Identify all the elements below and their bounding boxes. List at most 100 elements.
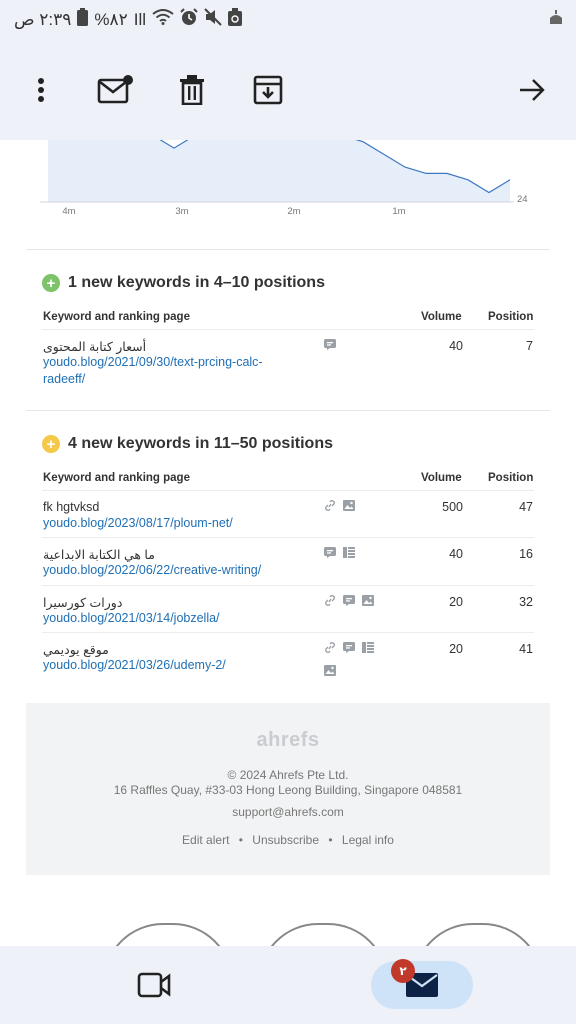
- col-header-keyword: Keyword and ranking page: [43, 472, 190, 484]
- link-icon: [325, 595, 335, 606]
- position-value: 47: [519, 500, 533, 514]
- featured-snippet-icon: [324, 339, 336, 350]
- position-value: 16: [519, 547, 533, 561]
- video-camera-icon: [137, 972, 171, 998]
- mute-icon: [204, 8, 222, 31]
- row-divider: [42, 329, 534, 330]
- table-icon: [343, 547, 355, 558]
- archive-icon: [253, 75, 283, 105]
- url-line: radeeff/: [43, 372, 86, 386]
- image-icon: [343, 500, 355, 511]
- ranking-url-link[interactable]: youdo.blog/2022/06/22/creative-writing/: [43, 562, 303, 579]
- divider: [26, 249, 550, 250]
- reply-chip[interactable]: [413, 923, 543, 946]
- mail-tab[interactable]: ٢: [371, 959, 473, 1009]
- keyword-text: ما هي الكتابة الابداعية: [43, 548, 155, 562]
- col-header-position: Position: [488, 311, 534, 323]
- row-divider: [42, 537, 534, 538]
- keyword-text: fk hgtvksd: [43, 500, 100, 514]
- more-vertical-icon: [38, 78, 44, 102]
- y-tick-label: 24: [517, 194, 528, 205]
- plus-icon: +: [42, 435, 60, 453]
- alarm-icon: [180, 8, 198, 31]
- separator: •: [238, 833, 243, 847]
- row-divider: [42, 632, 534, 633]
- volume-value: 40: [449, 547, 463, 561]
- bottom-navigation: ٢: [0, 946, 576, 1024]
- image-icon: [324, 665, 336, 676]
- unread-count-badge: ٢: [391, 959, 415, 983]
- address-text: 16 Raffles Quay, #33-03 Hong Leong Build…: [113, 783, 463, 797]
- col-header-keyword: Keyword and ranking page: [43, 311, 190, 323]
- edit-alert-link[interactable]: Edit alert: [182, 833, 229, 847]
- status-left: ٢:٣٩ ص %٨٢ Ill: [14, 8, 243, 31]
- ranking-chart-svg: 4m 3m 2m 1m 24: [40, 140, 528, 217]
- mosque-icon: [548, 10, 564, 29]
- unsubscribe-link[interactable]: Unsubscribe: [252, 833, 319, 847]
- recycle-icon: [228, 8, 243, 31]
- chart-area: [48, 140, 510, 202]
- col-header-position: Position: [488, 472, 534, 484]
- separator: •: [328, 833, 333, 847]
- x-tick-label: 4m: [62, 206, 75, 217]
- keyword-text: موقع يوديمي: [43, 643, 109, 657]
- archive-button[interactable]: [248, 70, 288, 110]
- ranking-url-link[interactable]: youdo.blog/2021/09/30/text-prcing-calc- …: [43, 354, 303, 388]
- keyword-text: دورات كورسيرا: [43, 596, 123, 610]
- status-bar: ٢:٣٩ ص %٨٢ Ill: [0, 0, 576, 40]
- link-icon: [325, 642, 335, 653]
- more-options-button[interactable]: [21, 70, 61, 110]
- row-divider: [42, 585, 534, 586]
- ranking-chart: 4m 3m 2m 1m 24: [26, 140, 550, 250]
- plus-icon: +: [42, 274, 60, 292]
- copyright-text: © 2024 Ahrefs Pte Ltd.: [227, 768, 349, 782]
- forward-button[interactable]: [512, 70, 552, 110]
- x-tick-label: 2m: [287, 206, 300, 217]
- link-icon: [325, 500, 335, 511]
- volume-value: 20: [449, 595, 463, 609]
- url-line: youdo.blog/2021/09/30/text-prcing-calc-: [43, 355, 263, 369]
- section-title-text: 1 new keywords in 4–10 positions: [68, 274, 325, 291]
- ranking-url-link[interactable]: youdo.blog/2023/08/17/ploum-net/: [43, 515, 303, 532]
- battery-icon: [77, 8, 89, 31]
- mark-unread-button[interactable]: [95, 70, 135, 110]
- delete-button[interactable]: [172, 70, 212, 110]
- x-tick-label: 1m: [392, 206, 405, 217]
- legal-info-link[interactable]: Legal info: [342, 833, 394, 847]
- arrow-right-icon: [520, 79, 545, 101]
- email-body: 4m 3m 2m 1m 24 + 1 new keywords in 4–10 posi…: [0, 140, 576, 946]
- mail-unread-icon: [97, 75, 133, 104]
- battery-percent: %٨٢: [94, 9, 128, 29]
- featured-snippet-icon: [343, 595, 355, 606]
- section-title-4-10: + 1 new keywords in 4–10 positions: [42, 274, 325, 292]
- ahrefs-logo: ahrefs: [256, 729, 320, 751]
- signal-icon: Ill: [133, 9, 147, 29]
- section-title-11-50: + 4 new keywords in 11–50 positions: [42, 435, 333, 453]
- ranking-url-link[interactable]: youdo.blog/2021/03/14/jobzella/: [43, 610, 303, 627]
- featured-snippet-icon: [343, 642, 355, 653]
- section-title-text: 4 new keywords in 11–50 positions: [68, 435, 333, 452]
- wifi-icon: [152, 9, 174, 30]
- position-value: 7: [526, 339, 533, 353]
- table-icon: [362, 642, 374, 653]
- support-email-link[interactable]: support@ahrefs.com: [26, 805, 550, 819]
- row-divider: [42, 490, 534, 491]
- volume-value: 500: [442, 500, 463, 514]
- col-header-volume: Volume: [421, 311, 462, 323]
- position-value: 32: [519, 595, 533, 609]
- divider: [26, 410, 550, 411]
- reply-chip[interactable]: [258, 923, 388, 946]
- x-tick-label: 3m: [175, 206, 188, 217]
- ranking-url-link[interactable]: youdo.blog/2021/03/26/udemy-2/: [43, 657, 303, 674]
- clock-text: ٢:٣٩ ص: [14, 9, 72, 29]
- trash-icon: [180, 75, 204, 105]
- position-value: 41: [519, 642, 533, 656]
- volume-value: 40: [449, 339, 463, 353]
- reply-chip[interactable]: [103, 923, 233, 946]
- email-toolbar: [0, 40, 576, 140]
- col-header-volume: Volume: [421, 472, 462, 484]
- featured-snippet-icon: [324, 547, 336, 558]
- keyword-text: أسعار كتابة المحتوى: [43, 340, 147, 354]
- email-footer: ahrefs © 2024 Ahrefs Pte Ltd. 16 Raffles…: [26, 703, 550, 875]
- meet-tab[interactable]: [134, 968, 174, 1002]
